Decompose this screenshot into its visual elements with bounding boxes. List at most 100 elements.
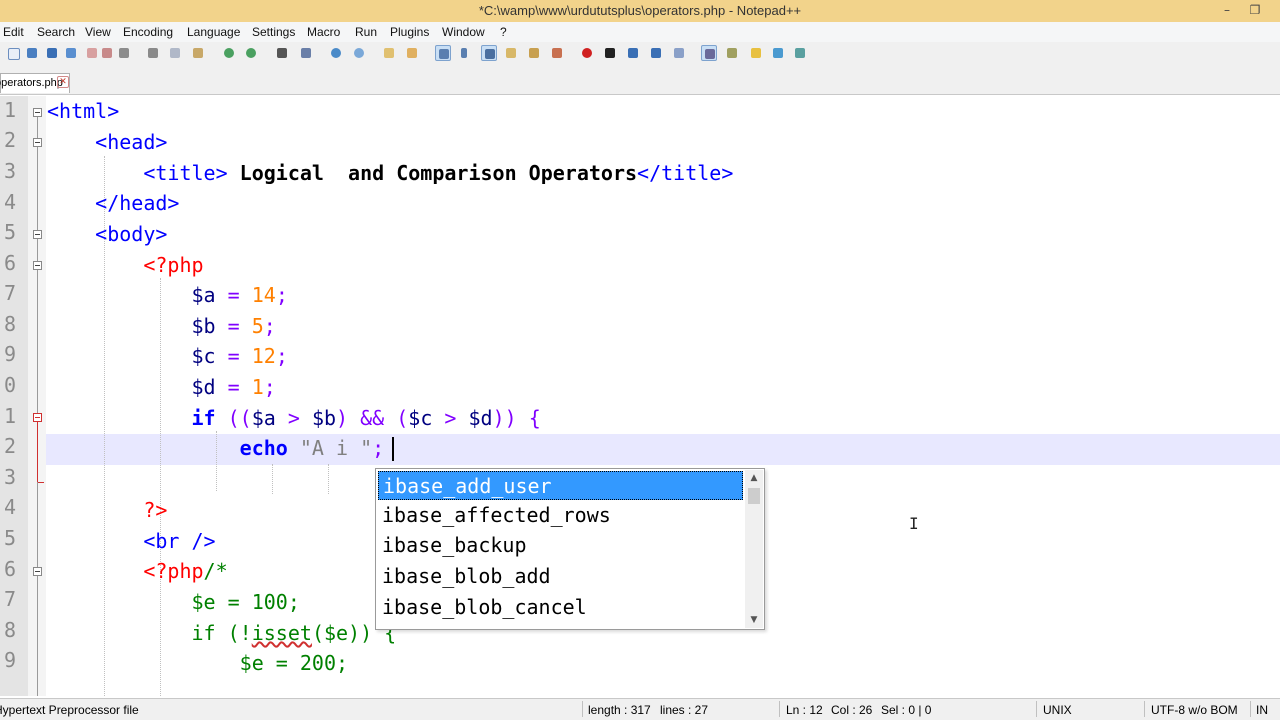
- sync-horizontal-icon[interactable]: [404, 45, 420, 61]
- save-all-icon[interactable]: [63, 45, 79, 61]
- play-macro-icon[interactable]: [625, 45, 641, 61]
- record-macro-icon[interactable]: [579, 45, 595, 61]
- status-encoding: UTF-8 w/o BOM: [1151, 703, 1238, 717]
- autocomplete-list[interactable]: ibase_add_user ibase_affected_rows ibase…: [375, 468, 765, 630]
- menu-language[interactable]: Language: [187, 25, 240, 39]
- tab-operators-php[interactable]: operators.php ✕: [0, 73, 70, 93]
- line-number: 0: [3, 373, 16, 397]
- fold-toggle[interactable]: [33, 138, 42, 147]
- code-line-14: ?>: [47, 495, 167, 525]
- status-insert-mode: IN: [1256, 703, 1268, 717]
- fold-toggle[interactable]: [33, 108, 42, 117]
- php-keyword: if: [191, 406, 216, 430]
- find-icon[interactable]: [274, 45, 290, 61]
- spell-check-icon[interactable]: [701, 45, 717, 61]
- code-line-1: <html>: [47, 96, 119, 126]
- run-macro-multiple-icon[interactable]: [648, 45, 664, 61]
- title-bar: *C:\wamp\www\urdututsplus\operators.php …: [0, 0, 1280, 22]
- menu-run[interactable]: Run: [355, 25, 377, 39]
- fold-line: [37, 576, 38, 696]
- menu-help[interactable]: ?: [500, 25, 507, 39]
- print-icon[interactable]: [116, 45, 132, 61]
- fold-toggle[interactable]: [33, 261, 42, 270]
- save-icon[interactable]: [44, 45, 60, 61]
- copy-icon[interactable]: [167, 45, 183, 61]
- word-wrap-icon[interactable]: [435, 45, 451, 61]
- scroll-thumb[interactable]: [748, 488, 760, 504]
- php-comment: $e = 100;: [191, 590, 300, 614]
- show-all-chars-icon[interactable]: [458, 45, 474, 61]
- php-variable: $a: [191, 283, 216, 307]
- compare-icon[interactable]: [770, 45, 786, 61]
- line-number: 7: [3, 281, 16, 305]
- text-caret: [392, 437, 394, 461]
- fold-toggle[interactable]: [33, 567, 42, 576]
- menu-edit[interactable]: Edit: [3, 25, 24, 39]
- spell-next-icon[interactable]: [724, 45, 740, 61]
- save-macro-icon[interactable]: [671, 45, 687, 61]
- autocomplete-item[interactable]: ibase_blob_add: [378, 562, 743, 591]
- zoom-in-icon[interactable]: [328, 45, 344, 61]
- open-file-icon[interactable]: [24, 45, 40, 61]
- menu-encoding[interactable]: Encoding: [123, 25, 173, 39]
- line-number: 5: [3, 526, 16, 550]
- spell-settings-icon[interactable]: [792, 45, 808, 61]
- php-open-tag: <?php: [143, 559, 204, 583]
- indent-guide: [272, 464, 273, 494]
- autocomplete-item[interactable]: ibase_backup: [378, 531, 743, 560]
- code-line-2: <head>: [47, 127, 167, 157]
- highlighter-icon[interactable]: [748, 45, 764, 61]
- autocomplete-scrollbar[interactable]: ▲ ▼: [745, 470, 763, 628]
- code-line-19: $e = 200;: [47, 648, 348, 678]
- close-icon[interactable]: [84, 45, 100, 61]
- function-list-icon[interactable]: [526, 45, 542, 61]
- status-bar: Hypertext Preprocessor file length : 317…: [0, 698, 1280, 720]
- paste-icon[interactable]: [190, 45, 206, 61]
- status-ln: Ln : 12: [786, 703, 823, 717]
- indent-guide: [328, 464, 329, 494]
- line-number: 7: [3, 587, 16, 611]
- line-number: 6: [3, 557, 16, 581]
- sync-vertical-icon[interactable]: [381, 45, 397, 61]
- tab-close-icon[interactable]: ✕: [57, 76, 69, 88]
- replace-icon[interactable]: [298, 45, 314, 61]
- new-file-icon[interactable]: [5, 45, 21, 61]
- scroll-down-icon[interactable]: ▼: [745, 612, 763, 628]
- status-length: length : 317: [588, 703, 651, 717]
- line-number: 9: [3, 342, 16, 366]
- autocomplete-item[interactable]: ibase_affected_rows: [378, 501, 743, 530]
- close-all-icon[interactable]: [99, 45, 115, 61]
- autocomplete-item-selected[interactable]: ibase_add_user: [378, 471, 743, 500]
- autocomplete-item[interactable]: ibase_blob_cancel: [378, 593, 743, 622]
- minimize-button[interactable]: –: [1214, 0, 1240, 22]
- fold-toggle[interactable]: [33, 230, 42, 239]
- cut-icon[interactable]: [145, 45, 161, 61]
- php-operator: ;: [275, 283, 288, 307]
- php-operator: =: [215, 344, 252, 368]
- doc-map-icon[interactable]: [503, 45, 519, 61]
- menu-plugins[interactable]: Plugins: [390, 25, 429, 39]
- php-comment: $e = 200;: [239, 651, 349, 675]
- menu-settings[interactable]: Settings: [252, 25, 295, 39]
- scroll-up-icon[interactable]: ▲: [745, 470, 763, 486]
- status-lines: lines : 27: [660, 703, 709, 717]
- zoom-out-icon[interactable]: [351, 45, 367, 61]
- undo-icon[interactable]: [221, 45, 237, 61]
- fold-toggle[interactable]: [33, 413, 42, 422]
- php-open-tag: <?php: [143, 253, 204, 277]
- php-number: 5: [251, 314, 264, 338]
- redo-icon[interactable]: [243, 45, 259, 61]
- indent-guide-icon[interactable]: [481, 45, 497, 61]
- stop-macro-icon[interactable]: [602, 45, 618, 61]
- php-number: 1: [251, 375, 264, 399]
- line-number: 2: [3, 128, 16, 152]
- folder-workspace-icon[interactable]: [549, 45, 565, 61]
- php-operator: =: [215, 314, 252, 338]
- menu-macro[interactable]: Macro: [307, 25, 340, 39]
- menu-search[interactable]: Search: [37, 25, 75, 39]
- php-comment: /*: [203, 559, 228, 583]
- menu-view[interactable]: View: [85, 25, 111, 39]
- menu-window[interactable]: Window: [442, 25, 485, 39]
- restore-button[interactable]: ❐: [1242, 0, 1268, 22]
- line-number: 4: [3, 495, 16, 519]
